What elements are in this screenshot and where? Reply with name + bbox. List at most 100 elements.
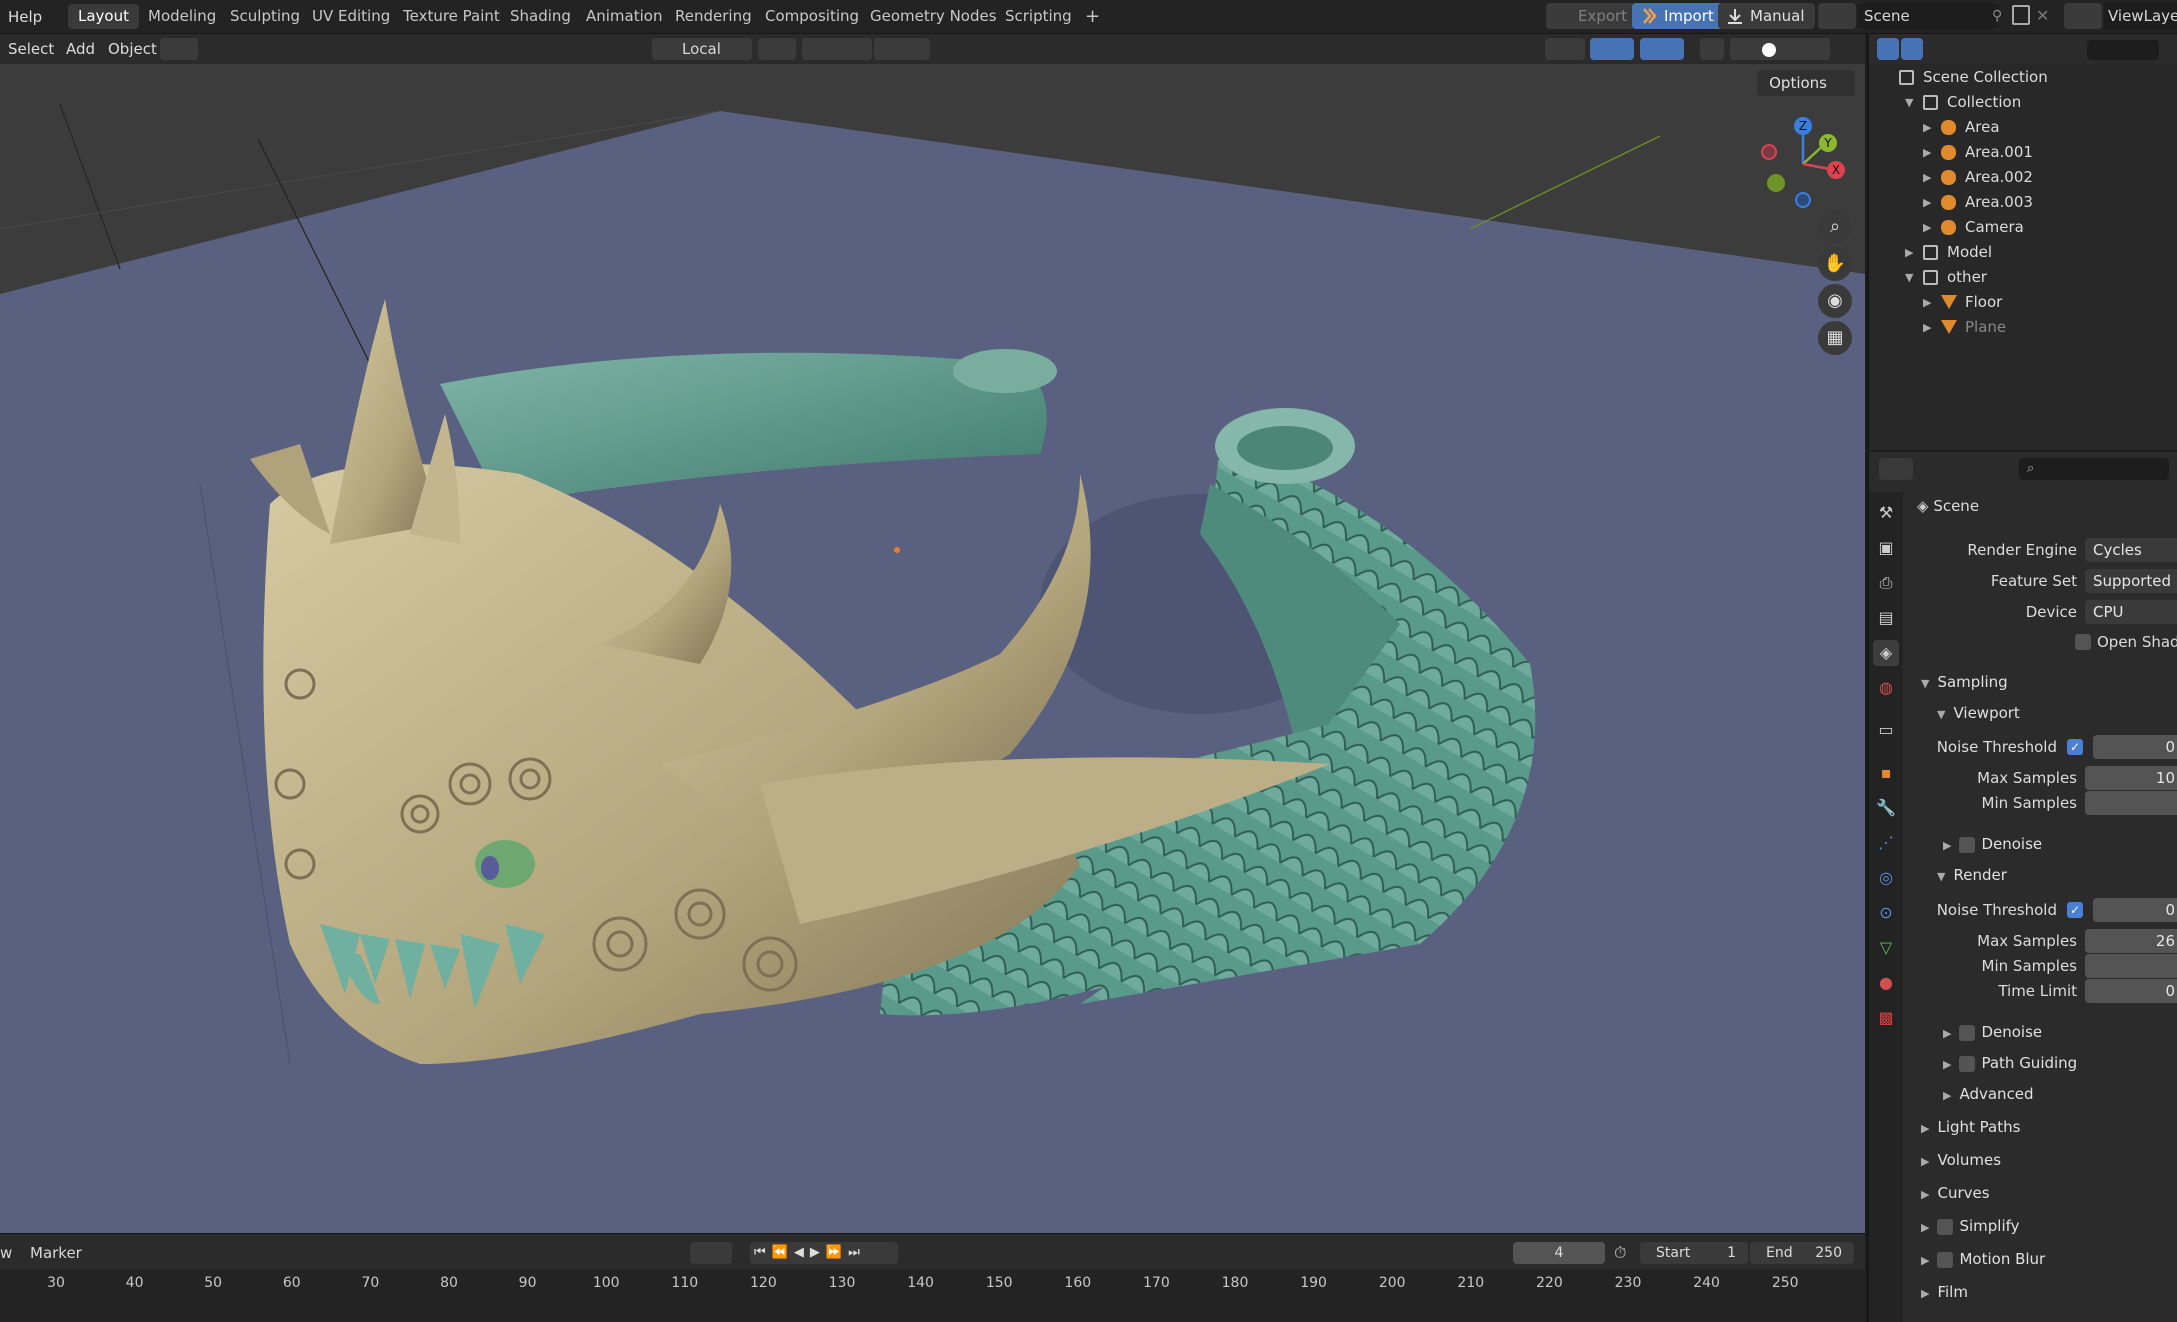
expand-arrow-icon[interactable]: ▶ — [1923, 290, 1931, 315]
playback-controls[interactable]: ⏮⏪◀▶⏩⏭ — [750, 1242, 898, 1264]
tab-layout[interactable]: Layout — [68, 4, 139, 29]
perspective-grid-icon[interactable]: ▦ — [1818, 321, 1852, 355]
export-button[interactable]: Export — [1546, 3, 1638, 29]
tab-rendering[interactable]: Rendering — [665, 4, 762, 29]
sampling-panel-header[interactable]: ▼ Sampling — [1921, 668, 2008, 696]
tab-uv-editing[interactable]: UV Editing — [302, 4, 400, 29]
expand-arrow-icon[interactable]: ▼ — [1905, 265, 1913, 290]
scene-tab-icon[interactable]: ◈ — [1873, 640, 1899, 666]
stopwatch-icon[interactable]: ⏱ — [1614, 1243, 1626, 1263]
vp-min-samples-field[interactable] — [2085, 791, 2177, 815]
visibility-dropdown[interactable] — [1545, 38, 1585, 60]
transform-orientation-dropdown[interactable]: Local — [652, 38, 752, 60]
world-tab-icon[interactable]: ◍ — [1873, 675, 1899, 701]
advanced-subpanel[interactable]: ▶ Advanced — [1943, 1080, 2034, 1108]
simplify-panel[interactable]: ▶ Simplify — [1921, 1212, 2020, 1240]
axis-gizmo[interactable]: Z Y X — [1755, 114, 1850, 209]
pivot-dropdown[interactable] — [758, 38, 796, 60]
shading-mode-group[interactable] — [1730, 38, 1830, 60]
snap-toggle[interactable] — [802, 38, 872, 60]
open-shading-row[interactable]: Open Shadin — [2075, 630, 2177, 654]
axis-z-icon[interactable]: Z — [1794, 117, 1812, 135]
r-denoise-subpanel[interactable]: ▶ Denoise — [1943, 1018, 2042, 1046]
proportional-edit-toggle[interactable] — [874, 38, 930, 60]
display-mode-icon[interactable] — [1877, 38, 1899, 60]
camera-view-icon[interactable]: ◉ — [1818, 284, 1852, 318]
vp-noise-threshold-checkbox[interactable]: ✓ — [2067, 739, 2083, 755]
output-tab-icon[interactable]: ⎙ — [1873, 570, 1899, 596]
options-dropdown[interactable]: Options — [1757, 70, 1855, 96]
end-frame-field[interactable]: End 250 — [1750, 1242, 1854, 1264]
path-guiding-subpanel[interactable]: ▶ Path Guiding — [1943, 1049, 2077, 1077]
r-noise-threshold-field[interactable]: 0 — [2093, 898, 2177, 922]
outliner-item-area-003[interactable]: ▶ Area.003 — [1869, 190, 2177, 215]
collection-tab-icon[interactable]: ▭ — [1873, 717, 1899, 743]
outliner-item-floor[interactable]: ▶ Floor — [1869, 290, 2177, 315]
scene-selector-icon[interactable] — [1818, 3, 1856, 29]
curves-panel[interactable]: ▶ Curves — [1921, 1179, 1990, 1207]
timeline-ruler[interactable]: 30 40 50 60 70 80 90 100 110 120 130 140 150 160 170 18… — [0, 1269, 1865, 1322]
current-frame-field[interactable]: 4 — [1513, 1242, 1605, 1264]
tab-modeling[interactable]: Modeling — [138, 4, 226, 29]
outliner-search-input[interactable] — [2087, 40, 2159, 60]
new-scene-icon[interactable] — [2012, 5, 2030, 25]
expand-arrow-icon[interactable]: ▶ — [1923, 315, 1931, 340]
auto-keying-toggle[interactable] — [690, 1242, 732, 1264]
viewport-subpanel-header[interactable]: ▼ Viewport — [1937, 699, 2020, 727]
expand-arrow-icon[interactable]: ▶ — [1923, 115, 1931, 140]
expand-arrow-icon[interactable]: ▼ — [1905, 90, 1913, 115]
mode-dropdown[interactable] — [160, 38, 198, 60]
material-tab-icon[interactable]: ● — [1873, 970, 1899, 996]
constraints-tab-icon[interactable]: ⊙ — [1873, 900, 1899, 926]
tab-compositing[interactable]: Compositing — [755, 4, 869, 29]
path-guiding-checkbox[interactable] — [1959, 1055, 1976, 1072]
modifier-tab-icon[interactable]: 🔧 — [1873, 795, 1899, 821]
simplify-checkbox[interactable] — [1937, 1218, 1954, 1235]
add-workspace-button[interactable]: + — [1075, 4, 1110, 29]
menu-help[interactable]: Help — [8, 8, 42, 26]
vp-denoise-checkbox[interactable] — [1959, 836, 1976, 853]
volumes-panel[interactable]: ▶ Volumes — [1921, 1146, 2001, 1174]
tab-shading[interactable]: Shading — [500, 4, 581, 29]
menu-add[interactable]: Add — [66, 38, 95, 60]
feature-set-dropdown[interactable]: Supported — [2085, 569, 2177, 593]
delete-scene-icon[interactable]: ✕ — [2036, 3, 2049, 29]
outliner-item-camera[interactable]: ▶ Camera — [1869, 215, 2177, 240]
3d-viewport[interactable]: Options Z Y X ⌕ ✋ ◉ ▦ — [0, 64, 1865, 1233]
manual-button[interactable]: Manual — [1718, 3, 1815, 29]
menu-select[interactable]: Select — [8, 38, 54, 60]
r-noise-threshold-checkbox[interactable]: ✓ — [2067, 902, 2083, 918]
outliner-item-area-001[interactable]: ▶ Area.001 — [1869, 140, 2177, 165]
motion-blur-checkbox[interactable] — [1937, 1251, 1954, 1268]
motion-blur-panel[interactable]: ▶ Motion Blur — [1921, 1245, 2045, 1273]
outliner-item-collection[interactable]: ▼ Collection — [1869, 90, 2177, 115]
vp-noise-threshold-field[interactable]: 0 — [2093, 735, 2177, 759]
axis-neg-x-icon[interactable] — [1761, 144, 1777, 160]
view-layer-tab-icon[interactable]: ▤ — [1873, 605, 1899, 631]
open-shading-checkbox[interactable] — [2075, 634, 2091, 650]
device-dropdown[interactable]: CPU — [2085, 600, 2177, 624]
filter-icon[interactable] — [1901, 38, 1923, 60]
xray-toggle[interactable] — [1700, 38, 1724, 60]
overlay-toggle[interactable] — [1640, 38, 1684, 60]
particles-tab-icon[interactable]: ⋰ — [1873, 830, 1899, 856]
light-paths-panel[interactable]: ▶ Light Paths — [1921, 1113, 2020, 1141]
gizmo-toggle[interactable] — [1590, 38, 1634, 60]
expand-arrow-icon[interactable]: ▶ — [1923, 190, 1931, 215]
tab-texture-paint[interactable]: Texture Paint — [393, 4, 510, 29]
solid-shading-icon[interactable] — [1762, 43, 1776, 57]
menu-marker[interactable]: Marker — [30, 1244, 82, 1262]
expand-arrow-icon[interactable]: ▶ — [1905, 240, 1913, 265]
object-tab-icon[interactable]: ▪ — [1873, 760, 1899, 786]
pin-icon[interactable]: ⚲ — [1992, 3, 2014, 29]
tab-sculpting[interactable]: Sculpting — [220, 4, 310, 29]
r-min-samples-field[interactable] — [2085, 954, 2177, 978]
pan-hand-icon[interactable]: ✋ — [1818, 247, 1852, 281]
render-tab-icon[interactable]: ▣ — [1873, 535, 1899, 561]
outliner-item-area[interactable]: ▶ Area — [1869, 115, 2177, 140]
axis-neg-y-icon[interactable] — [1767, 174, 1785, 192]
time-limit-field[interactable]: 0 — [2085, 979, 2177, 1003]
render-engine-dropdown[interactable]: Cycles — [2085, 538, 2177, 562]
vp-max-samples-field[interactable]: 10 — [2085, 766, 2177, 790]
expand-arrow-icon[interactable]: ▶ — [1923, 215, 1931, 240]
